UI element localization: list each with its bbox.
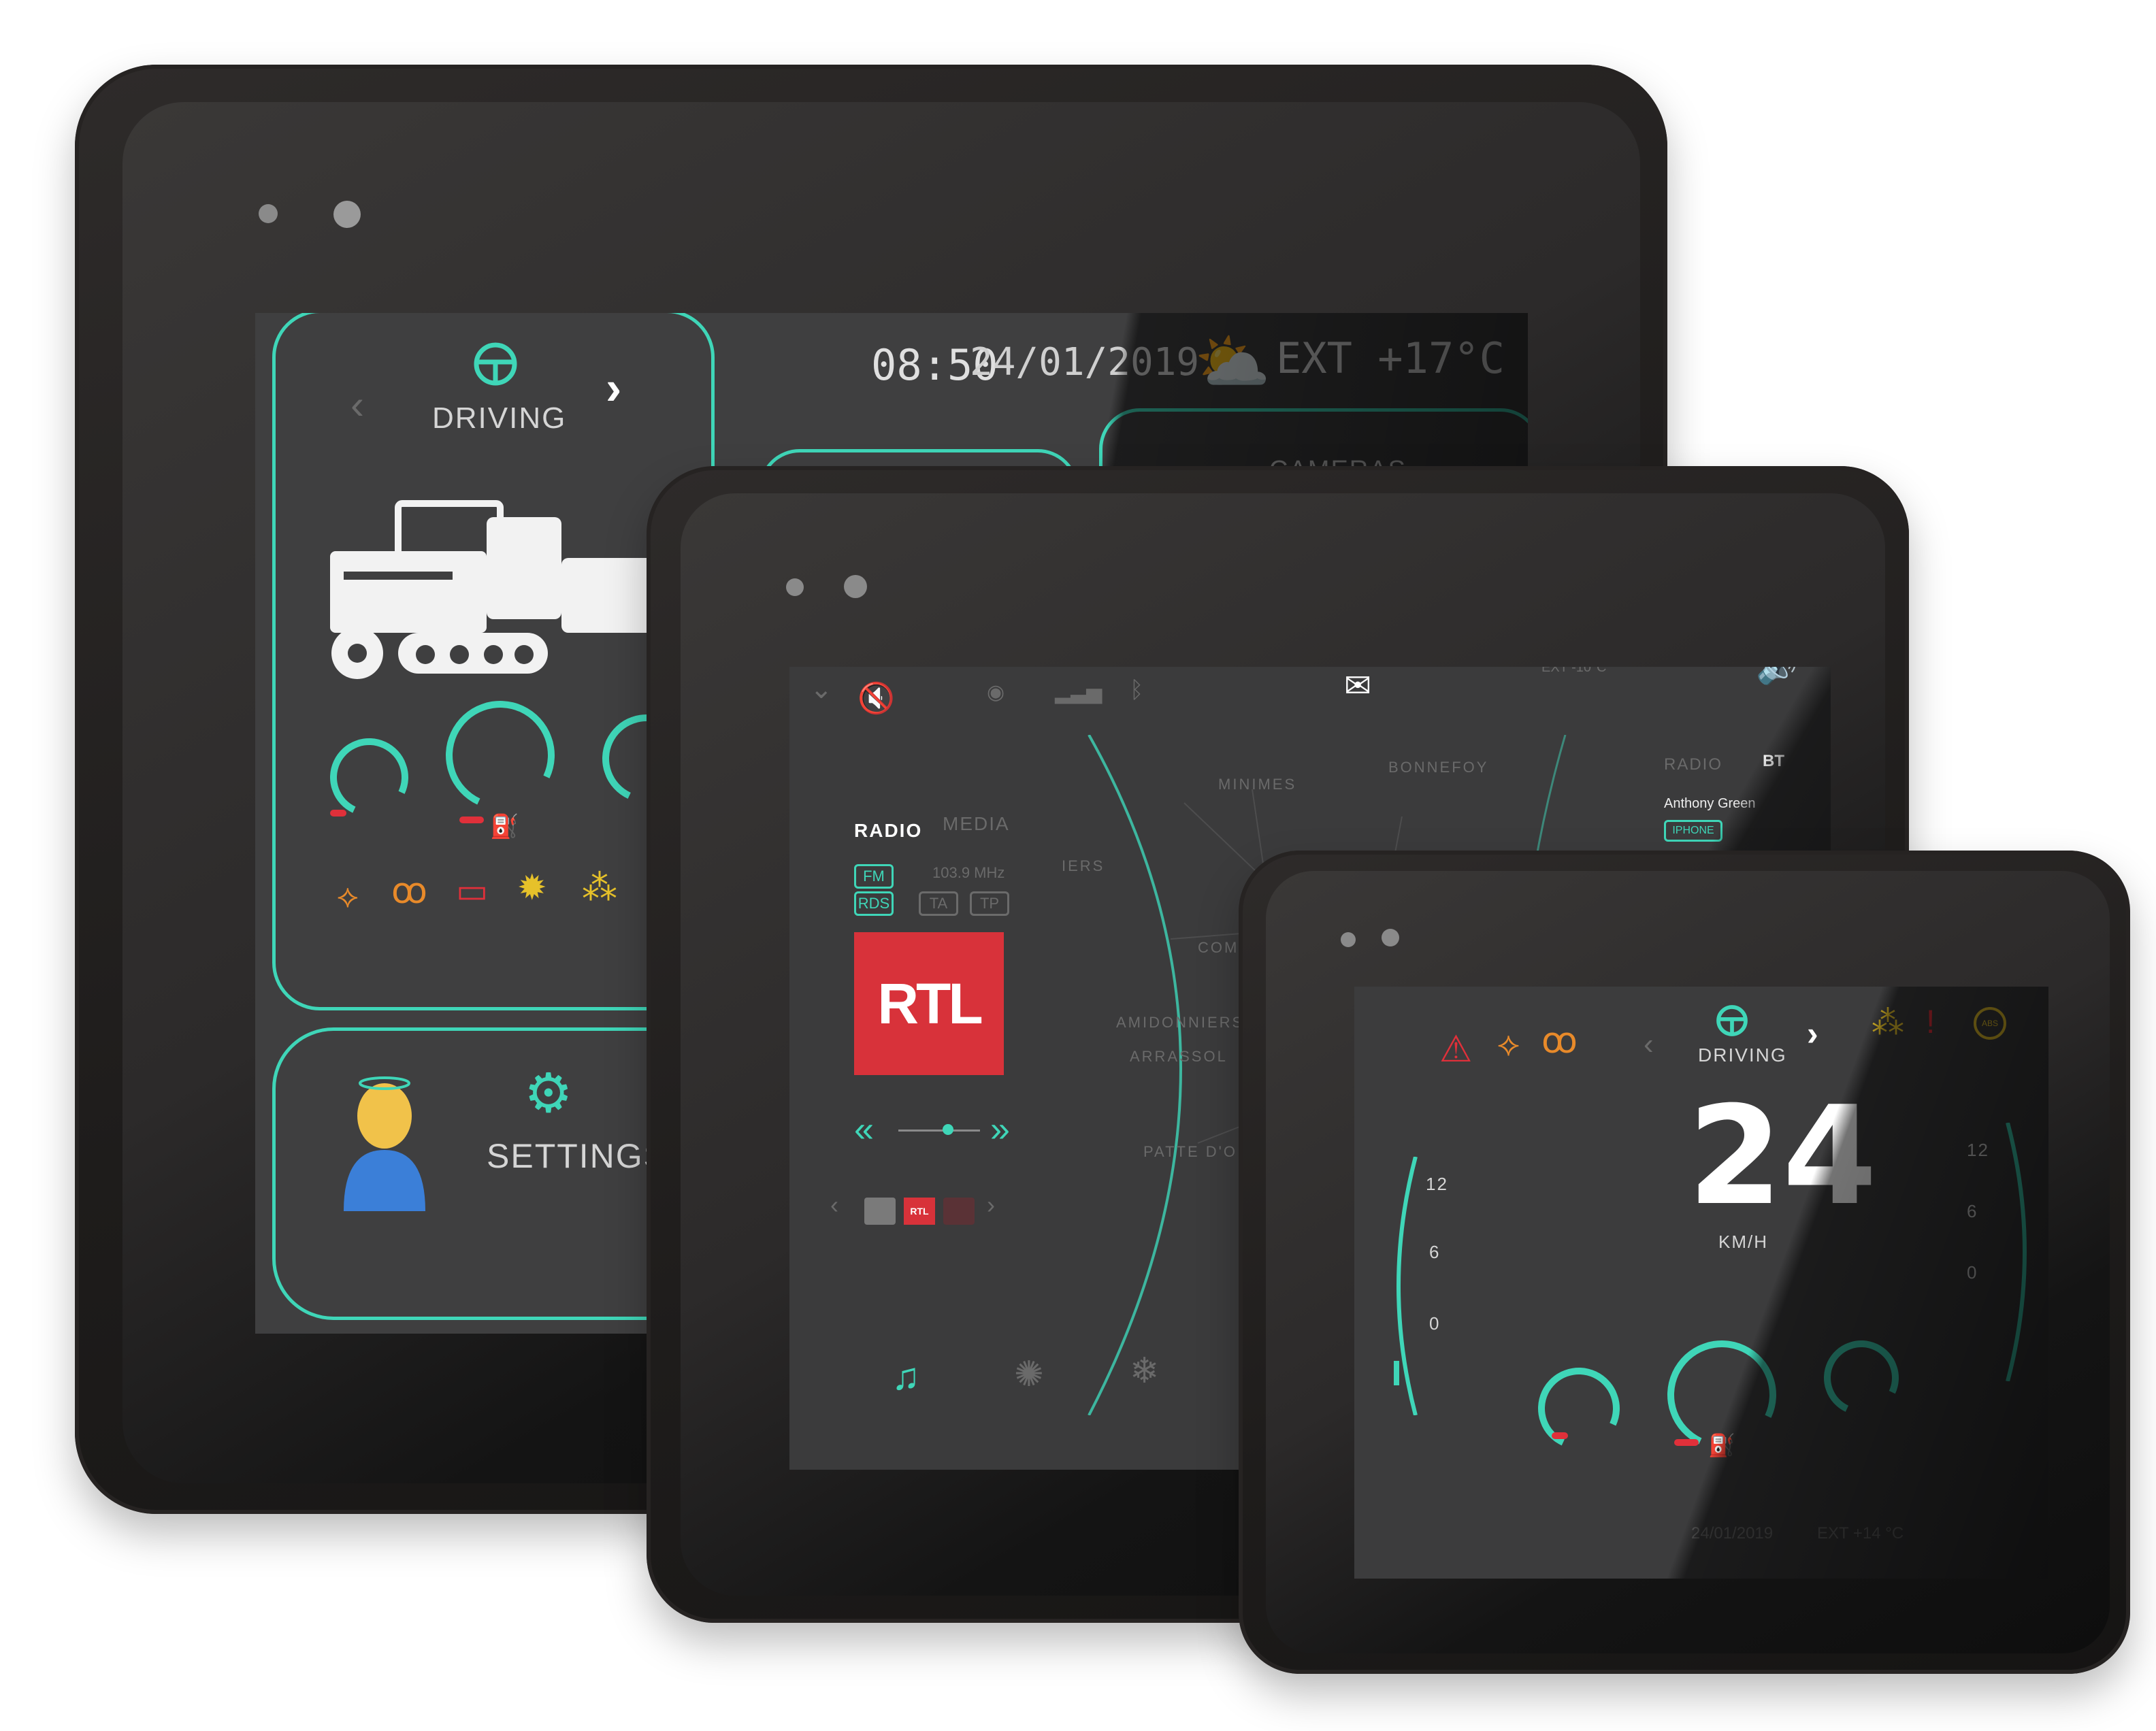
station-seek-slider[interactable] — [898, 1130, 980, 1132]
right-scale-0: 0 — [1967, 1262, 1978, 1283]
battery-gauge-small — [1813, 1330, 1910, 1426]
left-scale-0: 0 — [1429, 1313, 1441, 1334]
driving-mode-label-small: DRIVING — [1698, 1044, 1787, 1066]
radio-tab[interactable]: RADIO — [854, 820, 922, 842]
driving-mode-label: DRIVING — [432, 401, 567, 435]
footer-date: 24/01/2019 — [1691, 1524, 1774, 1543]
right-scale-arc — [2006, 1123, 2027, 1381]
light-warning-icon: ✹ — [517, 868, 547, 908]
steering-wheel-icon-small — [1716, 1005, 1748, 1036]
glow-plug-warning-icon-small: ꝏ — [1541, 1021, 1578, 1061]
footer-exterior-temp: EXT +14 °C — [1817, 1524, 1904, 1543]
map-label-minimes: MINIMES — [1218, 776, 1297, 793]
band-tp-chip[interactable]: TP — [970, 891, 1009, 916]
volume-speaker-icon[interactable]: 🔊 — [1756, 667, 1798, 687]
settings-gear-icon[interactable]: ⚙ — [524, 1061, 573, 1125]
map-label-com: COM — [1198, 939, 1239, 956]
large-camera-dot-2 — [333, 201, 361, 228]
map-label-iers: IERS — [1062, 857, 1105, 874]
small-camera-dot-1 — [1341, 932, 1356, 947]
speed-readout: 24 — [1688, 1077, 1878, 1236]
band-ta-chip[interactable]: TA — [919, 891, 958, 916]
fuel-gauge-small-redzone — [1674, 1439, 1699, 1446]
speed-unit: KM/H — [1718, 1232, 1768, 1252]
exterior-temperature: EXT +17°C — [1276, 333, 1505, 383]
left-scale-arc — [1394, 1157, 1418, 1415]
preset-station-3[interactable] — [943, 1198, 975, 1225]
music-playlist-icon[interactable]: ♫ — [892, 1354, 920, 1398]
next-mode-chevron-icon[interactable]: › — [606, 361, 621, 415]
rtl-station-logo: RTL — [854, 932, 1004, 1075]
radio-frequency: 103.9 MHz — [932, 864, 1005, 881]
left-scale-12: 12 — [1426, 1174, 1448, 1194]
dropdown-chevron-icon[interactable]: ⌄ — [810, 674, 833, 705]
map-label-amidonniers: AMIDONNIERS — [1116, 1014, 1245, 1031]
fuel-pump-icon: ⛽ — [490, 814, 519, 840]
band-rds-chip[interactable]: RDS — [854, 891, 894, 916]
medium-camera-dot-2 — [844, 575, 867, 598]
fuel-gauge-redzone — [459, 817, 484, 823]
settings-label: SETTINGS — [487, 1137, 668, 1175]
media-tab[interactable]: MEDIA — [943, 813, 1010, 835]
steering-wheel-icon — [474, 342, 517, 386]
small-camera-dot-2 — [1382, 929, 1399, 946]
temperature-gauge-small-redzone — [1552, 1432, 1568, 1439]
filter-warning-icon: ⁂ — [582, 868, 617, 908]
battery-warning-icon: ▭ — [456, 872, 489, 910]
preset-station-1[interactable] — [864, 1198, 896, 1225]
location-pin-icon: ◉ — [987, 681, 1005, 704]
hazard-triangle-icon: ⚠ — [1439, 1029, 1473, 1070]
right-scale-12: 12 — [1967, 1140, 1989, 1160]
next-station-icon[interactable]: » — [990, 1109, 1010, 1150]
bluetooth-icon: ᛒ — [1130, 677, 1144, 703]
abs-warning-icon: ABS — [1974, 1007, 2006, 1040]
preset-next-icon[interactable]: › — [987, 1191, 995, 1219]
fuel-pump-icon-small: ⛽ — [1708, 1433, 1735, 1457]
band-fm-chip[interactable]: FM — [854, 864, 894, 889]
brake-warning-icon: ! — [1926, 1004, 1936, 1040]
signal-bars-icon: ▂▃▅ — [1055, 681, 1102, 704]
temperature-gauge-small — [1526, 1356, 1631, 1461]
climate-snowflake-icon[interactable]: ❄ — [1130, 1351, 1160, 1391]
map-label-arrassol: ARRASSOL — [1130, 1048, 1228, 1065]
current-date: 24/01/2019 — [970, 340, 1200, 384]
bt-panel-bt-tab[interactable]: BT — [1763, 752, 1784, 771]
weather-partly-sunny-icon: ⛅ — [1194, 329, 1271, 397]
right-scale-6: 6 — [1967, 1201, 1978, 1221]
previous-station-icon[interactable]: « — [854, 1109, 874, 1150]
preset-station-rtl[interactable]: RTL — [904, 1198, 935, 1225]
left-scale-6: 6 — [1429, 1242, 1441, 1262]
temperature-gauge-redzone — [330, 810, 346, 817]
large-camera-dot-1 — [259, 204, 278, 223]
hydraulic-warning-icon-small: ⟡ — [1497, 1025, 1520, 1063]
station-seek-knob[interactable] — [943, 1124, 953, 1135]
message-notification-icon[interactable]: ✉ — [1344, 667, 1371, 705]
prev-mode-chevron-icon-small[interactable]: ‹ — [1644, 1027, 1654, 1061]
glow-plug-warning-icon: ꝏ — [391, 872, 427, 911]
bt-contact-name: Anthony Green — [1664, 796, 1756, 811]
next-mode-chevron-icon-small[interactable]: › — [1807, 1014, 1818, 1053]
prev-mode-chevron-icon[interactable]: ‹ — [350, 381, 364, 428]
map-label-bonnefoy: BONNEFOY — [1388, 759, 1489, 776]
user-avatar-icon[interactable] — [337, 1075, 432, 1211]
preset-prev-icon[interactable]: ‹ — [830, 1191, 838, 1219]
medium-camera-dot-1 — [786, 578, 804, 596]
lighting-bulb-icon[interactable]: ✺ — [1014, 1354, 1044, 1395]
small-screen: ⚠ ⟡ ꝏ ‹ DRIVING › ⁂ ! ABS 24 KM/H 12 6 0… — [1354, 987, 2048, 1579]
small-screen-glare — [1354, 987, 2048, 1579]
bt-device-chip: IPHONE — [1664, 820, 1722, 842]
hydraulic-warning-icon: ⟡ — [337, 878, 359, 914]
mute-speaker-icon[interactable]: 🔇 — [858, 680, 895, 716]
bt-panel-radio-tab[interactable]: RADIO — [1664, 755, 1722, 774]
filter-warning-icon-small: ⁂ — [1872, 1005, 1904, 1041]
harvester-machine-icon — [330, 500, 657, 679]
status-exterior-temp: EXT -10°C — [1541, 667, 1607, 675]
